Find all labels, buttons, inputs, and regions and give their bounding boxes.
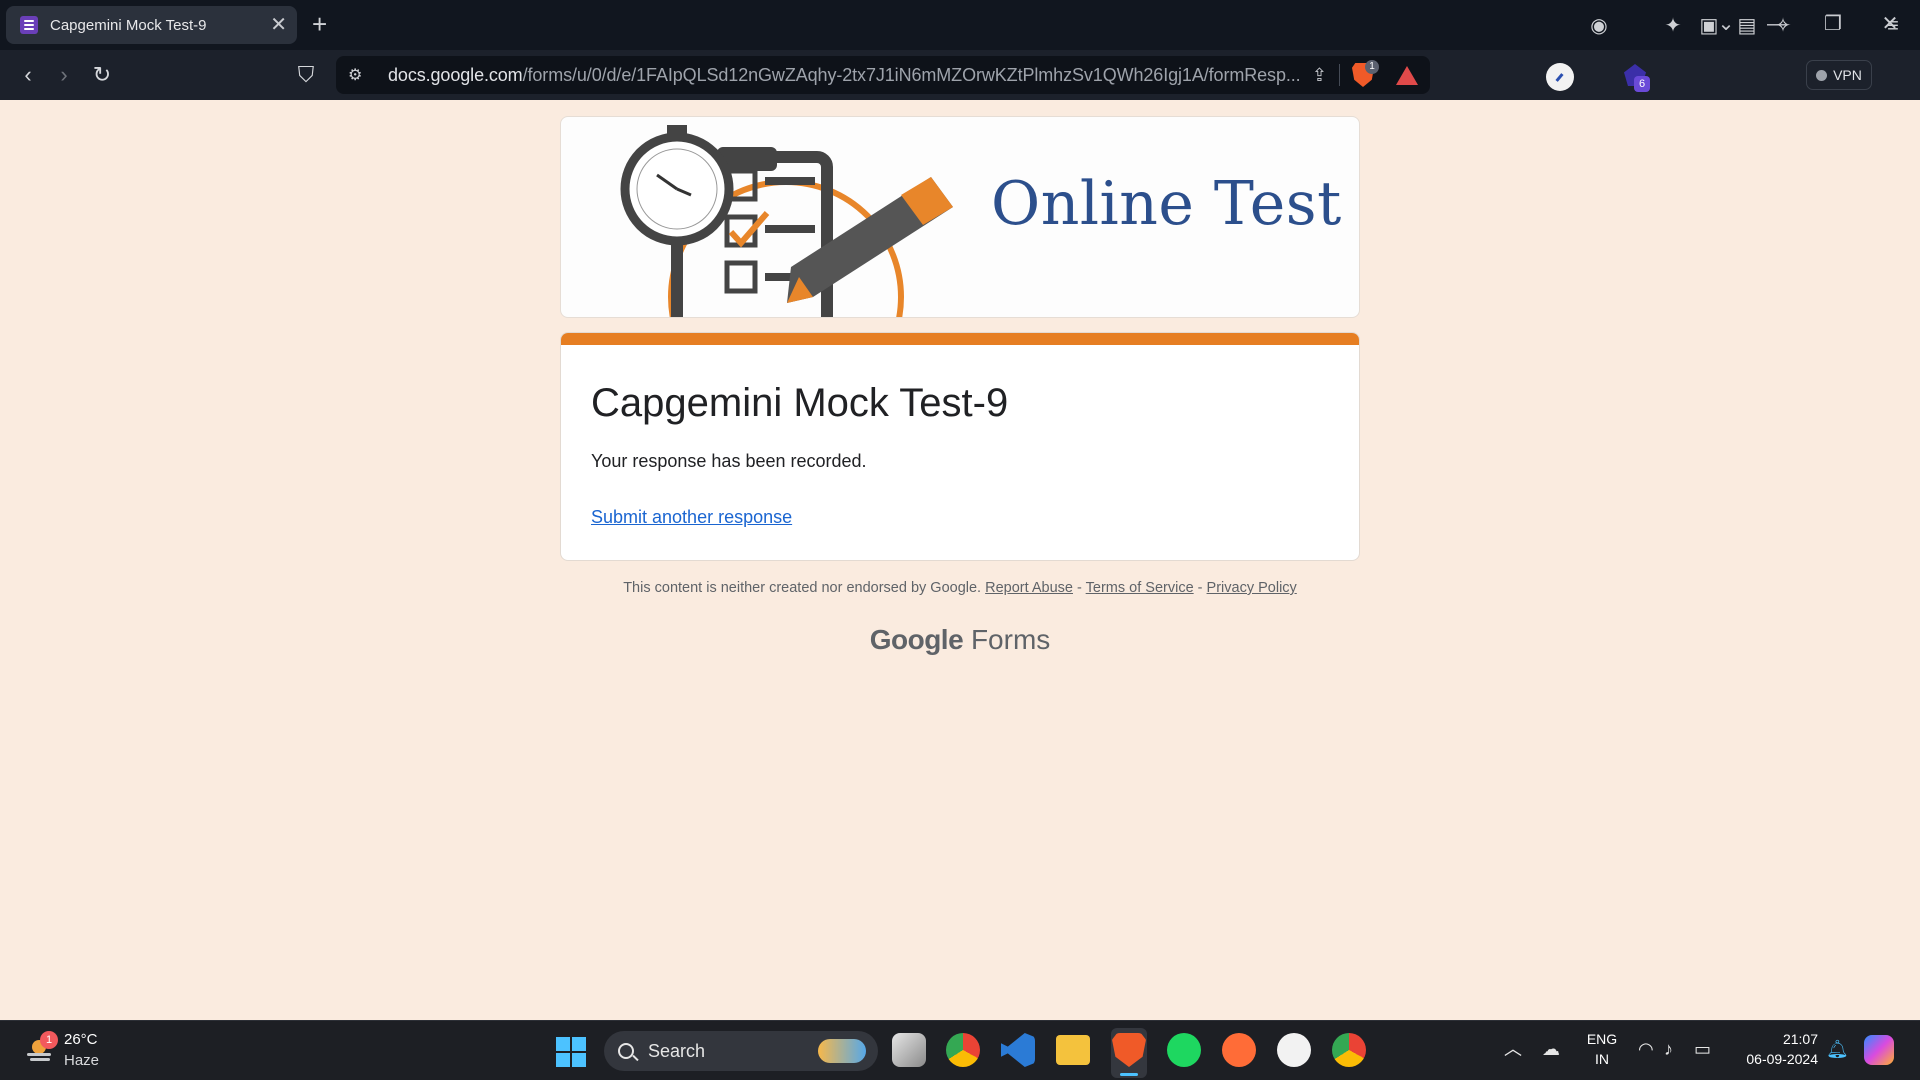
file-explorer-icon[interactable] — [1056, 1035, 1090, 1065]
google-wordmark: Google — [869, 624, 964, 655]
copilot-icon[interactable] — [1864, 1035, 1894, 1065]
language-bottom[interactable]: IN — [1582, 1051, 1622, 1067]
form-confirmation-card: Capgemini Mock Test-9 Your response has … — [560, 332, 1360, 561]
forms-wordmark: Forms — [970, 624, 1051, 655]
shields-count-badge: 1 — [1365, 60, 1379, 74]
restore-icon[interactable]: ❐ — [1813, 10, 1853, 38]
extension-pen-icon[interactable] — [1546, 63, 1574, 91]
mongodb-compass-icon[interactable] — [1277, 1033, 1311, 1067]
spotify-icon[interactable] — [1167, 1033, 1201, 1067]
weather-temperature[interactable]: 26°C — [64, 1031, 98, 1048]
search-label: Search — [648, 1040, 706, 1061]
clock-date[interactable]: 06-09-2024 — [1732, 1051, 1818, 1067]
share-icon[interactable]: ⇪ — [1312, 65, 1327, 86]
weather-notification-badge: 1 — [40, 1031, 58, 1049]
battery-icon[interactable]: ▭ — [1694, 1038, 1711, 1060]
url-divider — [1339, 64, 1340, 86]
chrome-canary-icon[interactable] — [1332, 1033, 1366, 1067]
wallet-icon[interactable]: ▤ — [1734, 13, 1760, 39]
leo-ai-icon[interactable]: ✧ — [1770, 13, 1796, 39]
extensions-puzzle-icon[interactable]: ✦ — [1660, 13, 1686, 39]
new-tab-plus-icon[interactable]: + — [312, 10, 327, 38]
vpn-button[interactable]: VPN — [1806, 60, 1872, 90]
postman-icon[interactable] — [1222, 1033, 1256, 1067]
footer-disclaimer: This content is neither created nor endo… — [560, 580, 1360, 596]
card-accent-bar — [561, 333, 1359, 345]
back-arrow-icon[interactable]: ‹ — [14, 61, 42, 89]
url-text[interactable]: docs.google.com/forms/u/0/d/e/1FAIpQLSd1… — [388, 65, 1302, 86]
clock-time[interactable]: 21:07 — [1732, 1031, 1818, 1047]
chrome-icon[interactable] — [946, 1033, 980, 1067]
url-host: docs.google.com — [388, 64, 523, 85]
wifi-icon[interactable]: ◠ — [1638, 1038, 1654, 1060]
sidebar-icon[interactable]: ▣ — [1696, 13, 1722, 39]
onedrive-cloud-icon[interactable]: ☁ — [1542, 1038, 1560, 1060]
bookmark-icon[interactable]: ⛉ — [292, 61, 320, 89]
footer-separator: - — [1197, 580, 1203, 596]
reload-icon[interactable]: ↻ — [88, 61, 116, 89]
submit-another-response-link[interactable]: Submit another response — [591, 507, 792, 528]
report-abuse-link[interactable]: Report Abuse — [985, 580, 1073, 596]
forward-arrow-icon[interactable]: › — [50, 61, 78, 89]
disclaimer-text: This content is neither created nor endo… — [623, 580, 982, 596]
menu-hamburger-icon[interactable]: ≡ — [1880, 13, 1906, 39]
taskbar-search-box[interactable]: Search — [604, 1031, 878, 1071]
google-forms-logo[interactable]: Google Forms — [560, 624, 1360, 656]
site-info-icon[interactable]: ⚙ — [348, 65, 376, 85]
weather-condition[interactable]: Haze — [64, 1052, 99, 1069]
show-hidden-icons-chevron-icon[interactable]: ︿ — [1504, 1038, 1522, 1060]
language-top[interactable]: ENG — [1582, 1031, 1622, 1047]
tab-title: Capgemini Mock Test-9 — [50, 16, 207, 34]
url-path: /forms/u/0/d/e/1FAIpQLSd12nGwZAqhy-2tx7J… — [522, 64, 1301, 85]
form-title: Capgemini Mock Test-9 — [591, 381, 1009, 425]
tab-capgemini-mock-test[interactable]: Capgemini Mock Test-9 ✕ — [6, 6, 297, 44]
banner-title: Online Test — [991, 169, 1342, 239]
google-forms-favicon-icon — [20, 16, 38, 34]
address-bar[interactable]: ⚙ docs.google.com/forms/u/0/d/e/1FAIpQLS… — [336, 56, 1430, 94]
notification-bell-icon[interactable]: 🔔︎ — [1826, 1038, 1849, 1060]
extension-radio-icon[interactable]: ◉ — [1586, 13, 1612, 39]
task-view-icon[interactable] — [892, 1033, 926, 1067]
privacy-policy-link[interactable]: Privacy Policy — [1207, 580, 1297, 596]
browser-tab-strip: Capgemini Mock Test-9 ✕ + ⌄ — ❐ ✕ — [0, 0, 1920, 50]
windows-start-icon[interactable] — [556, 1037, 586, 1067]
active-app-indicator — [1120, 1073, 1138, 1076]
search-icon — [618, 1043, 634, 1059]
extension-badge: 6 — [1634, 76, 1650, 92]
footer-separator: - — [1077, 580, 1082, 596]
confirmation-message: Your response has been recorded. — [591, 451, 867, 471]
volume-icon[interactable]: ♪ — [1664, 1038, 1673, 1060]
vpn-status-icon — [1816, 69, 1828, 81]
tab-close-icon[interactable]: ✕ — [270, 15, 287, 35]
terms-of-service-link[interactable]: Terms of Service — [1086, 580, 1194, 596]
search-highlight-icon — [818, 1039, 866, 1063]
brave-rewards-icon[interactable] — [1396, 65, 1418, 85]
form-header-image: Online Test — [560, 116, 1360, 318]
vpn-label: VPN — [1833, 67, 1862, 83]
